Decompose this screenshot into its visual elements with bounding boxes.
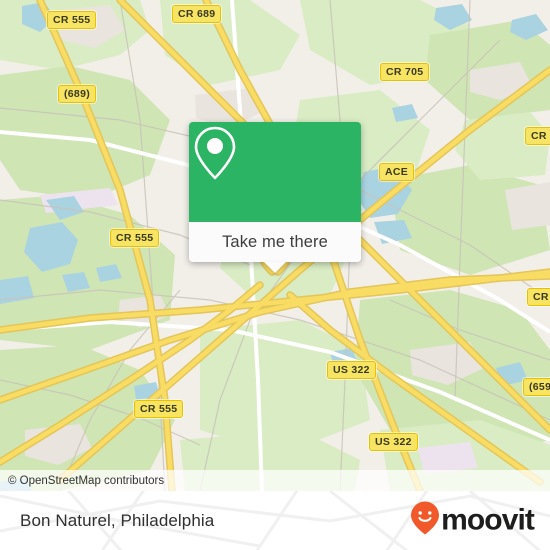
road-shield[interactable]: CR 555 [134,400,184,418]
callout-icon-panel [189,122,361,222]
road-shield[interactable]: US 322 [369,433,418,451]
moovit-wordmark: moovit [441,503,535,537]
footer-bar: Bon Naturel, Philadelphia moovit [0,491,550,550]
moovit-logo[interactable]: moovit [410,500,535,541]
road-shield[interactable]: CR 7 [525,127,550,145]
callout-cta-panel[interactable]: Take me there [189,222,361,273]
road-shield[interactable]: (689) [58,85,97,103]
road-shield[interactable]: ACE [379,163,415,181]
road-shield[interactable]: US 322 [327,361,376,379]
take-me-there-callout[interactable]: Take me there [189,122,361,273]
road-shield[interactable]: CR 555 [47,11,97,29]
road-shield[interactable]: CR 705 [380,63,430,81]
road-shield[interactable]: CR 689 [172,5,222,23]
callout-tail [264,262,286,273]
map-canvas[interactable]: CR 555 CR 689 CR 705 (689) ACE CR 7 CR 5… [0,0,550,491]
place-name: Bon Naturel, Philadelphia [20,510,215,530]
road-shield[interactable]: CR 5 [527,288,550,306]
take-me-there-label: Take me there [222,232,328,251]
moovit-map-screenshot: CR 555 CR 689 CR 705 (689) ACE CR 7 CR 5… [0,0,550,550]
road-shield[interactable]: (659) [523,378,550,396]
road-shield[interactable]: CR 555 [110,229,160,247]
attribution-text: © OpenStreetMap contributors [8,474,165,487]
map-attribution: © OpenStreetMap contributors [0,470,550,491]
moovit-smiley-pin-icon [410,500,440,541]
